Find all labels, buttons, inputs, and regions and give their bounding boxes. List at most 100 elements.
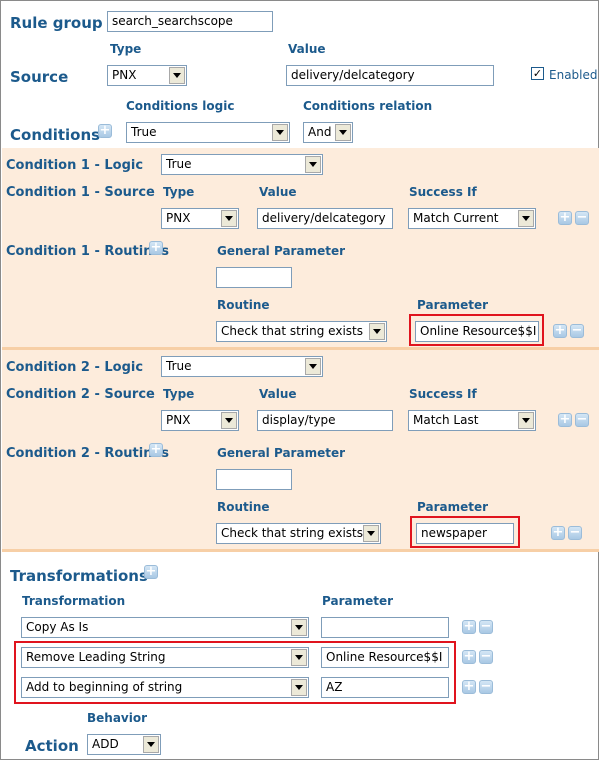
condition-1-routine-header: Routine [217,298,270,312]
chevron-down-icon[interactable] [335,124,351,141]
transformation-row-1-parameter[interactable] [321,617,449,638]
chevron-down-icon[interactable] [221,412,237,429]
chevron-down-icon[interactable] [363,525,379,542]
enabled-label: Enabled [549,68,598,82]
source-value-input[interactable]: delivery/delcategory [286,65,494,86]
condition-2-source-plus-icon[interactable]: + [558,413,572,427]
source-value-header: Value [288,42,326,56]
rule-group-label: Rule group [10,14,103,32]
rule-group-input[interactable]: search_searchscope [107,11,273,32]
action-behavior-select[interactable]: ADD [87,734,161,755]
condition-2-value-input[interactable]: display/type [257,410,393,431]
conditions-logic-header: Conditions logic [126,99,235,113]
conditions-relation-select[interactable]: And [303,122,353,143]
transformation-row-1-plus-icon[interactable]: + [462,620,476,634]
behavior-header: Behavior [87,711,148,725]
condition-2-logic-label: Condition 2 - Logic [6,360,144,375]
transformation-parameter-header: Parameter [322,594,394,608]
condition-1-routine-select[interactable]: Check that string exists [216,321,387,342]
condition-2-value-header: Value [259,387,297,401]
condition-1-parameter-highlight [409,314,544,346]
rule-editor-panel: Rule group search_searchscope Type Value… [0,0,599,760]
transformation-row-1-select[interactable]: Copy As Is [21,617,309,638]
condition-1-type-select[interactable]: PNX [161,208,239,229]
condition-1-success-select[interactable]: Match Current [408,208,536,229]
condition-1-routine-value: Check that string exists [221,324,363,338]
chevron-down-icon[interactable] [221,210,237,227]
transformations-label: Transformations [10,567,148,585]
chevron-down-icon[interactable] [518,210,534,227]
transformation-row-2-minus-icon[interactable]: − [479,650,493,664]
chevron-down-icon[interactable] [291,619,307,636]
condition-1-success-value: Match Current [413,211,499,225]
condition-2-parameter-header: Parameter [417,500,489,514]
condition-1-success-header: Success If [409,185,477,199]
conditions-label: Conditions [10,126,101,144]
source-label: Source [10,68,69,86]
add-transformation-plus-icon[interactable]: + [144,565,158,579]
condition-2-source-label: Condition 2 - Source [6,387,155,402]
chevron-down-icon[interactable] [305,156,321,173]
source-type-value: PNX [112,68,137,82]
chevron-down-icon[interactable] [169,67,185,84]
action-label: Action [25,737,79,755]
condition-1-routines-plus-icon[interactable]: + [149,241,163,255]
condition-2-success-value: Match Last [413,413,479,427]
condition-1-source-minus-icon[interactable]: − [575,211,589,225]
condition-2-routine-minus-icon[interactable]: − [568,526,582,540]
condition-2-routine-select[interactable]: Check that string exists [216,523,381,544]
transformation-header: Transformation [22,594,126,608]
transformation-row-1-minus-icon[interactable]: − [479,620,493,634]
condition-2-type-header: Type [163,387,195,401]
conditions-relation-header: Conditions relation [303,99,433,113]
chevron-down-icon[interactable] [272,124,288,141]
condition-2-logic-select[interactable]: True [161,356,323,377]
condition-2-type-value: PNX [166,413,191,427]
condition-2-parameter-highlight [410,516,520,548]
condition-1-logic-label: Condition 1 - Logic [6,158,144,173]
condition-1-general-parameter-header: General Parameter [217,244,345,258]
chevron-down-icon[interactable] [369,323,385,340]
condition-1-logic-select[interactable]: True [161,154,323,175]
transformation-row-3-plus-icon[interactable]: + [462,680,476,694]
conditions-logic-select[interactable]: True [126,122,290,143]
condition-2-type-select[interactable]: PNX [161,410,239,431]
condition-1-value-input[interactable]: delivery/delcategory [257,208,393,229]
condition-2-routines-label: Condition 2 - Routines [6,446,170,461]
condition-1-parameter-header: Parameter [417,298,489,312]
condition-2-general-parameter-header: General Parameter [217,446,345,460]
condition-1-source-plus-icon[interactable]: + [558,211,572,225]
transformation-row-3-minus-icon[interactable]: − [479,680,493,694]
source-type-header: Type [110,42,142,56]
action-behavior-value: ADD [92,737,119,751]
chevron-down-icon[interactable] [305,358,321,375]
condition-2-routines-plus-icon[interactable]: + [149,443,163,457]
condition-2-logic-value: True [166,359,192,373]
condition-1-general-parameter-input[interactable] [216,267,292,288]
condition-2-routine-header: Routine [217,500,270,514]
condition-1-value-header: Value [259,185,297,199]
condition-2-source-minus-icon[interactable]: − [575,413,589,427]
condition-1-routine-plus-icon[interactable]: + [553,324,567,338]
condition-2-routine-value: Check that string exists [221,526,363,540]
transformation-row-2-plus-icon[interactable]: + [462,650,476,664]
chevron-down-icon[interactable] [518,412,534,429]
condition-1-logic-value: True [166,157,192,171]
chevron-down-icon[interactable] [143,736,159,753]
add-condition-plus-icon[interactable]: + [98,124,112,138]
condition-2-general-parameter-input[interactable] [216,469,292,490]
source-type-select[interactable]: PNX [107,65,187,86]
transformation-row-1-value: Copy As Is [26,620,89,634]
condition-2-success-select[interactable]: Match Last [408,410,536,431]
enabled-checkbox[interactable]: ✓ [531,67,544,80]
conditions-logic-value: True [131,125,157,139]
condition-1-source-label: Condition 1 - Source [6,185,155,200]
condition-1-routine-minus-icon[interactable]: − [570,324,584,338]
condition-1-routines-label: Condition 1 - Routines [6,244,170,259]
condition-1-type-value: PNX [166,211,191,225]
conditions-relation-value: And [308,125,332,139]
condition-1-type-header: Type [163,185,195,199]
conditions-end-separator [2,549,599,552]
condition-2-routine-plus-icon[interactable]: + [551,526,565,540]
condition-2-success-header: Success If [409,387,477,401]
